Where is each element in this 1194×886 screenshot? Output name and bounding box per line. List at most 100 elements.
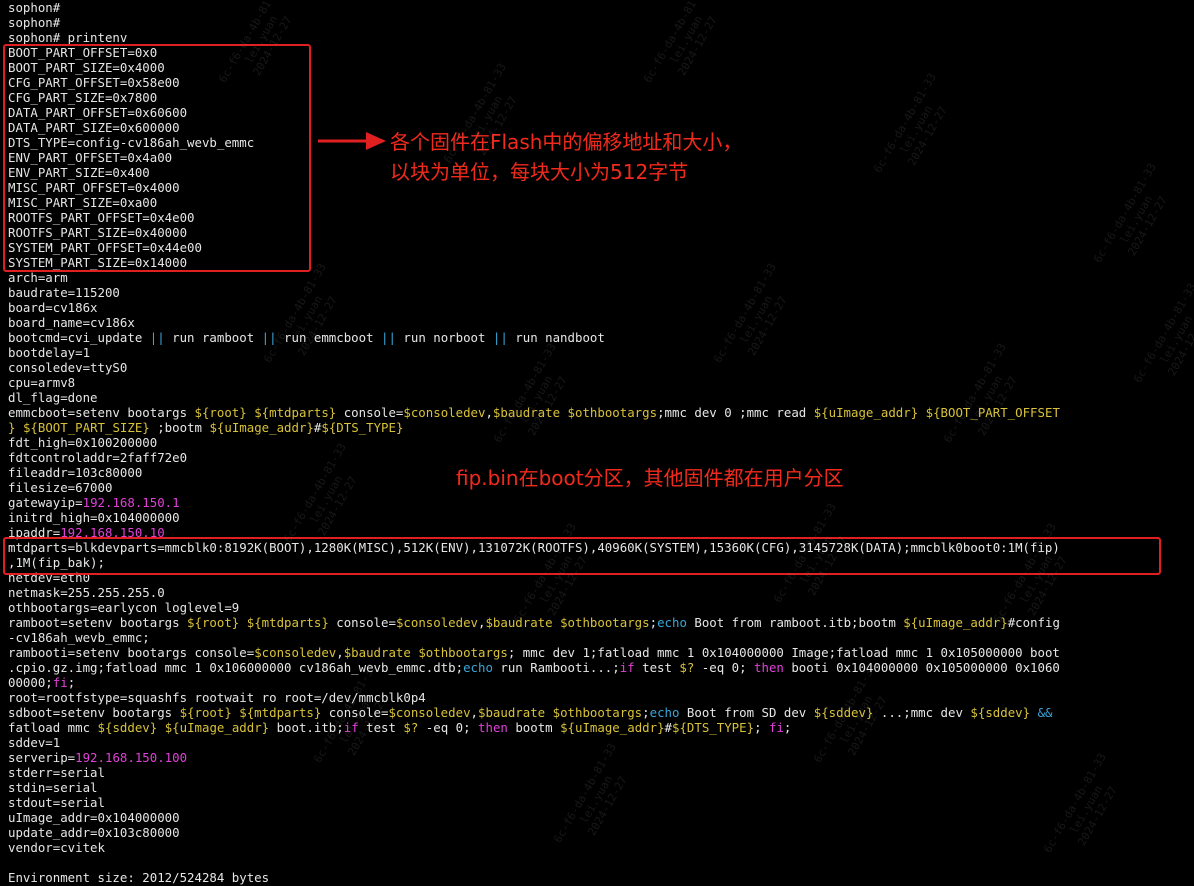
terminal-text-segment: if (619, 660, 635, 675)
terminal-text-segment: ${root} (179, 705, 232, 720)
terminal-text-segment: sdboot=setenv bootargs (8, 705, 180, 720)
terminal-text-segment: Environment size: 2012/524284 bytes (8, 870, 270, 885)
terminal-line: rambooti=setenv bootargs console=$consol… (8, 645, 1188, 660)
terminal-text-segment: ${sddev} (970, 705, 1031, 720)
terminal-text-segment: booti 0x104000000 0x105000000 0x1060 (783, 660, 1060, 675)
terminal-text-segment: sddev=1 (8, 735, 61, 750)
terminal-text-segment: run nandboot (507, 330, 605, 345)
terminal-text-segment: stderr=serial (8, 765, 105, 780)
terminal-text-segment: $baudrate (343, 645, 411, 660)
terminal-text-segment: $? (403, 720, 419, 735)
terminal-text-segment: -cv186ah_wevb_emmc; (8, 630, 150, 645)
terminal-text-segment: board_name=cv186x (8, 315, 135, 330)
terminal-text-segment: .cpio.gz.img;fatload mmc 1 0x106000000 c… (8, 660, 464, 675)
terminal-text-segment: # (664, 720, 672, 735)
partition-vars-highlight-box (3, 44, 311, 272)
terminal-text-segment: console= (336, 405, 404, 420)
terminal-text-segment: 192.168.150.100 (75, 750, 188, 765)
terminal-text-segment: bootm (507, 720, 561, 735)
terminal-text-segment: ${DTS_TYPE} (321, 420, 404, 435)
terminal-text-segment: Boot from ramboot.itb;bootm (686, 615, 904, 630)
terminal-line: emmcboot=setenv bootargs ${root} ${mtdpa… (8, 405, 1188, 420)
terminal-text-segment: ; (642, 705, 650, 720)
terminal-text-segment: $othbootargs (560, 615, 650, 630)
terminal-text-segment: vendor=cvitek (8, 840, 105, 855)
terminal-line: arch=arm (8, 270, 1188, 285)
terminal-text-segment: ${mtdparts} (239, 705, 322, 720)
terminal-text-segment: fi (768, 720, 784, 735)
partition-note-line2: 以块为单位，每块大小为512字节 (390, 160, 689, 184)
terminal-line: sddev=1 (8, 735, 1188, 750)
terminal-line: -cv186ah_wevb_emmc; (8, 630, 1188, 645)
terminal-text-segment: cpu=armv8 (8, 375, 76, 390)
terminal-line: Environment size: 2012/524284 bytes (8, 870, 1188, 885)
terminal-line: bootcmd=cvi_update || run ramboot || run… (8, 330, 1188, 345)
terminal-text-segment: ${root} (187, 615, 240, 630)
terminal-line: sdboot=setenv bootargs ${root} ${mtdpart… (8, 705, 1188, 720)
terminal-line: } ${BOOT_PART_SIZE} ;bootm ${uImage_addr… (8, 420, 1188, 435)
terminal-text-segment: $othbootargs (418, 645, 508, 660)
terminal-text-segment: echo (657, 615, 687, 630)
terminal-text-segment: ; (783, 720, 792, 735)
terminal-text-segment: ; (67, 675, 76, 690)
terminal-text-segment: othbootargs=earlycon loglevel=9 (8, 600, 240, 615)
terminal-text-segment: stdout=serial (8, 795, 105, 810)
terminal-line: sophon# (8, 0, 1188, 15)
terminal-text-segment: -eq 0; (418, 720, 479, 735)
terminal-text-segment: $consoledev (403, 405, 486, 420)
terminal-text-segment: $baudrate (478, 705, 546, 720)
terminal-text-segment: ramboot=setenv bootargs (8, 615, 188, 630)
terminal-text-segment: || (492, 330, 508, 345)
terminal-text-segment: update_addr=0x103c80000 (8, 825, 180, 840)
terminal-text-segment: 00000; (8, 675, 53, 690)
terminal-text-segment: test (634, 660, 680, 675)
terminal-text-segment: serverip= (8, 750, 76, 765)
terminal-text-segment: $? (679, 660, 695, 675)
terminal-line: 00000;fi; (8, 675, 1188, 690)
terminal-text-segment: run Rambooti...; (492, 660, 620, 675)
terminal-text-segment: ;bootm (149, 420, 210, 435)
terminal-text-segment: $consoledev (395, 615, 478, 630)
terminal-text-segment: console= (328, 615, 396, 630)
terminal-text-segment: netmask=255.255.255.0 (8, 585, 165, 600)
terminal-text-segment: emmcboot=setenv bootargs (8, 405, 195, 420)
terminal-text-segment: ${DTS_TYPE} (672, 720, 755, 735)
terminal-text-segment: baudrate=115200 (8, 285, 120, 300)
terminal-text-segment: $othbootargs (567, 405, 658, 420)
terminal-text-segment: echo (649, 705, 680, 720)
terminal-text-segment: $consoledev (254, 645, 337, 660)
terminal-line: sophon# (8, 15, 1188, 30)
terminal-text-segment: run ramboot (164, 330, 262, 345)
terminal-text-segment: bootdelay=1 (8, 345, 91, 360)
terminal-text-segment: ...;mmc dev (873, 705, 971, 720)
terminal-text-segment: ; mmc dev 1;fatload mmc 1 0x104000000 Im… (507, 645, 1060, 660)
terminal-line: vendor=cvitek (8, 840, 1188, 855)
terminal-line: fdt_high=0x100200000 (8, 435, 1188, 450)
terminal-line: baudrate=115200 (8, 285, 1188, 300)
terminal-text-segment: 192.168.150.1 (82, 495, 180, 510)
annotation-arrow-icon (318, 132, 386, 150)
terminal-line: initrd_high=0x104000000 (8, 510, 1188, 525)
terminal-text-segment: bootcmd=cvi_update (8, 330, 150, 345)
terminal-text-segment: sophon# (8, 0, 61, 15)
terminal-text-segment: ${mtdparts} (246, 615, 329, 630)
terminal-text-segment: run norboot (395, 330, 493, 345)
terminal-text-segment: , (485, 405, 493, 420)
terminal-text-segment: then (754, 660, 784, 675)
terminal-line: root=rootfstype=squashfs rootwait ro roo… (8, 690, 1188, 705)
terminal-text-segment: fdtcontroladdr=2faff72e0 (8, 450, 188, 465)
terminal-text-segment: ; (649, 615, 658, 630)
terminal-text-segment: fdt_high=0x100200000 (8, 435, 158, 450)
terminal-text-segment: uImage_addr=0x104000000 (8, 810, 180, 825)
terminal-text-segment: ${uImage_addr} (164, 720, 270, 735)
terminal-text-segment: board=cv186x (8, 300, 98, 315)
terminal-text-segment: && (1037, 705, 1053, 720)
terminal-text-segment: arch=arm (8, 270, 68, 285)
terminal-text-segment: echo (463, 660, 493, 675)
terminal-text-segment: ${uImage_addr} (813, 405, 919, 420)
terminal-text-segment: || (381, 330, 396, 345)
terminal-line: fatload mmc ${sddev} ${uImage_addr} boot… (8, 720, 1188, 735)
terminal-text-segment: ${BOOT_PART_SIZE} (22, 420, 150, 435)
